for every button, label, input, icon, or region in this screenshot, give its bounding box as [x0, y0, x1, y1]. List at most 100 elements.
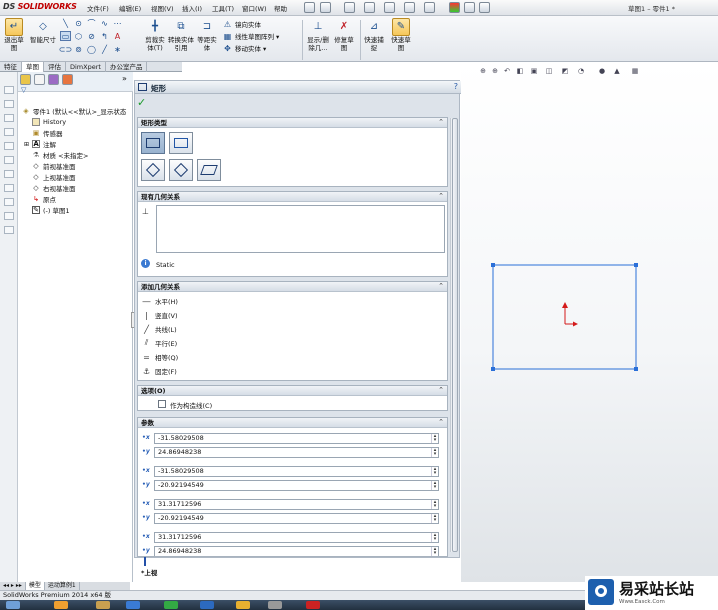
spinner-icon[interactable]: ▴ ▾ — [431, 513, 438, 523]
strip-icon-7[interactable] — [4, 170, 14, 178]
collapse-chevron-icon[interactable]: ⌃ — [438, 386, 444, 394]
strip-icon-1[interactable] — [4, 86, 14, 94]
construction-point-icon[interactable]: ∗ — [112, 44, 123, 54]
taskbar-app-icon[interactable] — [54, 601, 68, 609]
home-icon[interactable] — [304, 2, 315, 13]
point-tool-icon[interactable]: ⋯ — [112, 18, 123, 28]
slot-tool-icon[interactable]: ⊂⊃ — [59, 44, 72, 54]
taskbar-app-icon[interactable] — [126, 601, 140, 609]
add-collinear-relation[interactable]: ╱ 共线(L) — [142, 323, 177, 335]
construction-checkbox[interactable] — [158, 400, 166, 408]
taskbar-app-icon[interactable] — [268, 601, 282, 609]
strip-icon-4[interactable] — [4, 128, 14, 136]
expand-chevron-icon[interactable]: » — [122, 74, 127, 83]
menu-view[interactable]: 视图(V) — [151, 3, 174, 13]
tab-dimxpert[interactable]: DimXpert — [66, 62, 106, 72]
param-y1-field[interactable]: 24.86948238 ▴ ▾ — [154, 446, 439, 458]
scroll-arrows-icon[interactable]: ◂◂ ▸ ▸▸ — [0, 582, 26, 590]
spinner-icon[interactable]: ▴ ▾ — [431, 447, 438, 457]
tree-item-origin[interactable]: ↳ 原点 — [32, 194, 56, 204]
param-y2-field[interactable]: -20.92194549 ▴ ▾ — [154, 479, 439, 491]
fillet-tool-icon[interactable]: ↰ — [99, 31, 110, 41]
param-x4-field[interactable]: 31.31712596 ▴ ▾ — [154, 531, 439, 543]
rect-corner-point[interactable] — [491, 263, 495, 267]
select-arrow-icon[interactable] — [424, 2, 435, 13]
trim-entities-button[interactable]: ╋ 剪裁实体(T) — [144, 18, 166, 52]
display-manager-tab-icon[interactable] — [62, 74, 73, 85]
sketch-canvas[interactable] — [461, 62, 718, 582]
param-x3-field[interactable]: 31.31712596 ▴ ▾ — [154, 498, 439, 510]
mirror-entities-button[interactable]: ⚠ 镜向实体 — [222, 19, 279, 31]
undo-icon[interactable] — [404, 2, 415, 13]
ok-checkmark-icon[interactable]: ✓ — [137, 96, 146, 109]
polygon-tool-icon[interactable]: ⬡ — [73, 31, 84, 41]
3pt-center-rectangle-button[interactable] — [169, 159, 193, 181]
tree-item-right-plane[interactable]: ◇ 右视基准面 — [32, 183, 75, 193]
rectangle-tool-icon[interactable]: ▭ — [60, 31, 71, 41]
options-header[interactable]: 选项(O) — [138, 386, 447, 396]
plane-icon[interactable]: ◯ — [86, 44, 97, 54]
centerpoint-icon[interactable]: ⊚ — [73, 44, 84, 54]
menu-insert[interactable]: 插入(I) — [182, 3, 202, 13]
corner-rectangle-button[interactable] — [141, 132, 165, 154]
menu-window[interactable]: 窗口(W) — [242, 3, 267, 13]
collapse-chevron-icon[interactable]: ⌃ — [438, 118, 444, 126]
taskbar-app-icon[interactable] — [164, 601, 178, 609]
add-fix-relation[interactable]: ⚓ 固定(F) — [142, 365, 177, 377]
taskbar-app-icon[interactable] — [236, 601, 250, 609]
tree-item-annotations[interactable]: ⊞ A 注解 — [24, 139, 56, 149]
taskbar-app-icon[interactable] — [200, 601, 214, 609]
tree-item-material[interactable]: ⚗ 材质 <未指定> — [32, 150, 89, 160]
smart-dimension-button[interactable]: ◇ 智能尺寸 — [30, 18, 56, 45]
param-x2-field[interactable]: -31.58029508 ▴ ▾ — [154, 465, 439, 477]
taskbar-app-icon[interactable] — [96, 601, 110, 609]
strip-icon-9[interactable] — [4, 198, 14, 206]
filter-icon[interactable]: ▽ — [21, 86, 26, 94]
tree-item-top-plane[interactable]: ◇ 上视基准面 — [32, 172, 75, 182]
param-y3-field[interactable]: -20.92194549 ▴ ▾ — [154, 512, 439, 524]
parallelogram-button[interactable] — [197, 159, 221, 181]
property-manager-tab-icon[interactable] — [34, 74, 45, 85]
add-horizontal-relation[interactable]: ― 水平(H) — [142, 295, 178, 307]
rect-corner-point[interactable] — [634, 367, 638, 371]
spinner-icon[interactable]: ▴ ▾ — [431, 546, 438, 556]
param-y4-field[interactable]: 24.86948238 ▴ ▾ — [154, 545, 439, 556]
strip-icon-6[interactable] — [4, 156, 14, 164]
tree-item-sketch1[interactable]: ✎ (-) 草图1 — [32, 205, 70, 215]
rapid-sketch-button[interactable]: ✎ 快速草图 — [389, 18, 413, 52]
help-icon[interactable]: ? — [454, 82, 458, 91]
strip-icon-11[interactable] — [4, 226, 14, 234]
parameters-header[interactable]: 参数 — [138, 418, 447, 428]
menu-help[interactable]: 帮助 — [274, 3, 287, 13]
add-vertical-relation[interactable]: | 竖直(V) — [142, 309, 177, 321]
strip-icon-3[interactable] — [4, 114, 14, 122]
chamfer-icon[interactable]: ╱ — [99, 44, 110, 54]
move-entities-button[interactable]: ✥ 移动实体 ▾ — [222, 43, 279, 55]
convert-entities-button[interactable]: ⧉ 转换实体引用 — [168, 18, 194, 52]
menu-edit[interactable]: 编辑(E) — [119, 3, 141, 13]
tab-sketch[interactable]: 草图 — [22, 62, 44, 72]
offset-entities-button[interactable]: ⊐ 等距实体 — [196, 18, 218, 52]
file-properties-icon[interactable] — [464, 2, 475, 13]
start-icon[interactable] — [6, 601, 20, 609]
collapse-chevron-icon[interactable]: ⌃ — [438, 192, 444, 200]
repair-sketch-button[interactable]: ✗ 修复草图 — [333, 18, 355, 52]
pm-scroll-thumb[interactable] — [452, 118, 458, 552]
3pt-corner-rectangle-button[interactable] — [141, 159, 165, 181]
relations-list[interactable] — [156, 205, 445, 253]
menu-tools[interactable]: 工具(T) — [212, 3, 234, 13]
tab-motion-study[interactable]: 运动算例1 — [45, 582, 80, 590]
solidworks-taskbar-icon[interactable] — [306, 601, 320, 609]
feature-manager-tab-icon[interactable] — [20, 74, 31, 85]
strip-icon-8[interactable] — [4, 184, 14, 192]
spinner-icon[interactable]: ▴ ▾ — [431, 499, 438, 509]
linear-pattern-button[interactable]: ▦ 线性草图阵列 ▾ — [222, 31, 280, 43]
tab-model[interactable]: 模型 — [25, 582, 45, 590]
pm-scrollbar[interactable] — [450, 118, 458, 552]
spinner-icon[interactable]: ▴ ▾ — [431, 466, 438, 476]
tree-item-sensors[interactable]: ▣ 传感器 — [32, 128, 63, 138]
param-x1-field[interactable]: -31.58029508 ▴ ▾ — [154, 432, 439, 444]
add-parallel-relation[interactable]: ⫽ 平行(E) — [142, 337, 177, 349]
spline-tool-icon[interactable]: ∿ — [99, 18, 110, 28]
tab-evaluate[interactable]: 评估 — [44, 62, 66, 72]
